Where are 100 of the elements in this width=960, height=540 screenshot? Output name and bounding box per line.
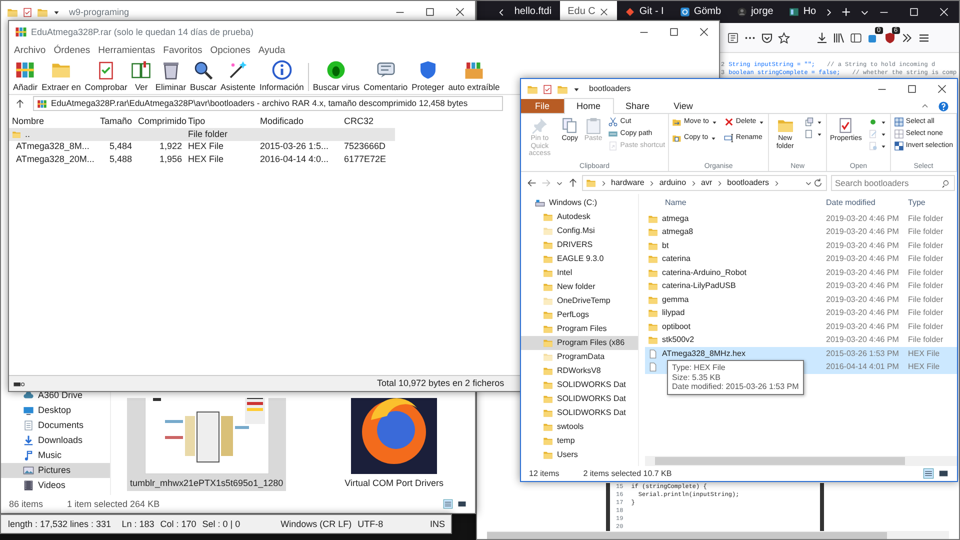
nav-item[interactable]: Users <box>521 448 638 462</box>
horizontal-scrollbar[interactable] <box>645 456 957 466</box>
properties-icon[interactable] <box>22 6 33 18</box>
nav-item[interactable]: SOLIDWORKS Dat <box>521 378 638 392</box>
pocket-icon[interactable] <box>761 32 773 44</box>
browser-tab[interactable]: Ho <box>781 1 824 23</box>
ribbon-tab[interactable]: Home <box>564 98 614 114</box>
file-row[interactable]: gemma 2019-03-20 4:46 PM File folder <box>645 293 957 306</box>
plus-icon[interactable] <box>841 6 852 18</box>
browser-tab[interactable]: hello.ftdi <box>506 1 560 23</box>
toolbar-button[interactable]: Extraer en <box>40 59 83 94</box>
nav-item[interactable]: OneDriveTemp <box>521 294 638 308</box>
file-row[interactable]: caterina 2019-03-20 4:46 PM File folder <box>645 252 957 266</box>
file-row[interactable]: stk500v2 2019-03-20 4:46 PM File folder <box>645 334 957 347</box>
menu-item[interactable]: Herramientas <box>98 45 156 57</box>
ribbon-tab[interactable]: View <box>662 98 705 114</box>
nav-item[interactable]: Program Files (x86 <box>521 336 638 350</box>
nav-item[interactable]: Pictures <box>1 463 110 478</box>
nav-item[interactable]: Program Files <box>521 322 638 336</box>
breadcrumb[interactable]: avr <box>701 178 712 188</box>
sidebar-icon[interactable] <box>850 32 862 44</box>
breadcrumb[interactable]: hardware <box>611 178 644 188</box>
nav-item[interactable]: Documents <box>1 418 110 433</box>
nav-item[interactable]: Intel <box>521 266 638 280</box>
back-arrow-icon[interactable] <box>527 178 537 188</box>
address-bar[interactable]: hardware arduino avr bootloaders <box>582 175 827 191</box>
archive-row[interactable]: ATmega328_20M... 5,488 1,956 HEX File 2016-04-14 4:0... 6177E72E <box>9 153 395 166</box>
nav-item[interactable]: Config.Msi <box>521 224 638 238</box>
column-header[interactable]: Modificado <box>257 116 341 126</box>
nav-item[interactable]: ProgramData <box>521 350 638 364</box>
shield-icon[interactable] <box>884 32 896 44</box>
menu-item[interactable]: Opciones <box>210 45 250 57</box>
toolbar-button[interactable]: Eliminar <box>153 59 188 94</box>
nav-item[interactable]: SOLIDWORKS Dat <box>521 392 638 406</box>
details-view-icon[interactable] <box>443 499 453 509</box>
file-row[interactable]: caterina-LilyPadUSB 2019-03-20 4:46 PM File folder <box>645 280 957 293</box>
toolbar-button[interactable]: Asistente <box>218 59 258 94</box>
toolbar-button[interactable]: auto extraíble <box>446 59 502 94</box>
column-header[interactable]: Nombre <box>9 116 83 126</box>
thumbnail-item[interactable]: tumblr_mhwx21ePTX1s5t695o1_1280 <box>127 398 286 491</box>
nav-item[interactable]: DRIVERS <box>521 238 638 252</box>
nav-item[interactable]: RDWorksV8 <box>521 364 638 378</box>
icon-button[interactable] <box>803 116 824 128</box>
nav-item[interactable]: New folder <box>521 280 638 294</box>
nav-item[interactable]: Desktop <box>1 403 110 418</box>
breadcrumb[interactable]: arduino <box>659 178 686 188</box>
overflow-icon[interactable] <box>901 32 913 44</box>
column-header[interactable]: Name <box>645 198 823 208</box>
toolbar-button[interactable]: Comprobar <box>82 59 130 94</box>
nav-item[interactable]: Autodesk <box>521 210 638 224</box>
nav-item[interactable]: temp <box>521 434 638 448</box>
thumbnail-item[interactable]: Virtual COM Port Drivers <box>334 398 454 491</box>
nav-item[interactable]: Videos <box>1 478 110 493</box>
toolbar-button[interactable]: Ver <box>129 59 154 94</box>
toolbar-button[interactable]: Buscar <box>188 59 218 94</box>
ribbon-tab[interactable]: File <box>521 98 564 114</box>
refresh-icon[interactable] <box>813 178 823 188</box>
large-icons-view-icon[interactable] <box>938 468 949 479</box>
toolbar-button[interactable]: Comentario <box>362 59 410 94</box>
nav-item[interactable]: Downloads <box>1 433 110 448</box>
nav-item[interactable]: swtools <box>521 420 638 434</box>
up-arrow-icon[interactable] <box>568 178 578 188</box>
toolbar-button[interactable]: Añadir <box>11 59 40 94</box>
menu-item[interactable]: Órdenes <box>54 45 90 57</box>
column-header[interactable]: Tamaño <box>83 116 135 126</box>
browser-tab[interactable]: jorge <box>729 1 782 23</box>
column-header[interactable]: Comprimido <box>135 116 185 126</box>
up-arrow-icon[interactable] <box>15 98 25 108</box>
breadcrumb[interactable]: bootloaders <box>727 178 769 188</box>
library-icon[interactable] <box>833 32 845 44</box>
file-row[interactable]: bt 2019-03-20 4:46 PM File folder <box>645 239 957 252</box>
archive-row[interactable]: .. File folder <box>9 128 395 140</box>
close-icon[interactable] <box>599 7 610 17</box>
star-icon[interactable] <box>778 32 790 44</box>
file-row[interactable]: lilypad 2019-03-20 4:46 PM File folder <box>645 306 957 320</box>
nav-item[interactable]: A360 Drive <box>1 388 110 403</box>
column-header[interactable]: Type <box>905 198 957 208</box>
column-header[interactable]: Date modified <box>823 198 905 208</box>
large-icons-view-icon[interactable] <box>457 499 467 509</box>
toolbar-button[interactable]: Información <box>257 59 306 94</box>
ribbon-tab[interactable]: Share <box>614 98 662 114</box>
reader-view-icon[interactable] <box>727 32 739 44</box>
file-row[interactable]: caterina-Arduino_Robot 2019-03-20 4:46 PM File folder <box>645 266 957 280</box>
search-field[interactable]: Search bootloaders <box>831 175 955 191</box>
file-row[interactable]: atmega8 2019-03-20 4:46 PM File folder <box>645 226 957 239</box>
archive-row[interactable]: ATmega328_8M... 5,484 1,922 HEX File 2015-03-26 1:5... 7523666D <box>9 140 395 153</box>
menu-item[interactable]: Ayuda <box>258 45 286 57</box>
nav-item[interactable]: PerfLogs <box>521 308 638 322</box>
horizontal-scrollbar[interactable] <box>487 531 949 539</box>
download-icon[interactable] <box>816 32 828 44</box>
nav-item[interactable]: Windows (C:) <box>521 196 638 210</box>
path-field[interactable]: EduAtmega328P.rar\EduAtmega328P\avr\bootloaders - archivo RAR 4.x, tamaño descomprimido 12,458 bytes <box>33 96 503 111</box>
toolbar-button[interactable]: Proteger <box>410 59 446 94</box>
file-row[interactable]: ATmega328_8MHz.hex 2015-03-26 1:53 PM HEX File <box>645 347 957 360</box>
file-row[interactable]: atmega 2019-03-20 4:46 PM File folder <box>645 212 957 226</box>
icon-button[interactable] <box>803 128 824 140</box>
details-view-icon[interactable] <box>923 468 934 479</box>
nav-item[interactable]: Music <box>1 448 110 463</box>
menu-item[interactable]: Favoritos <box>163 45 202 57</box>
nav-item[interactable]: SOLIDWORKS Dat <box>521 406 638 420</box>
